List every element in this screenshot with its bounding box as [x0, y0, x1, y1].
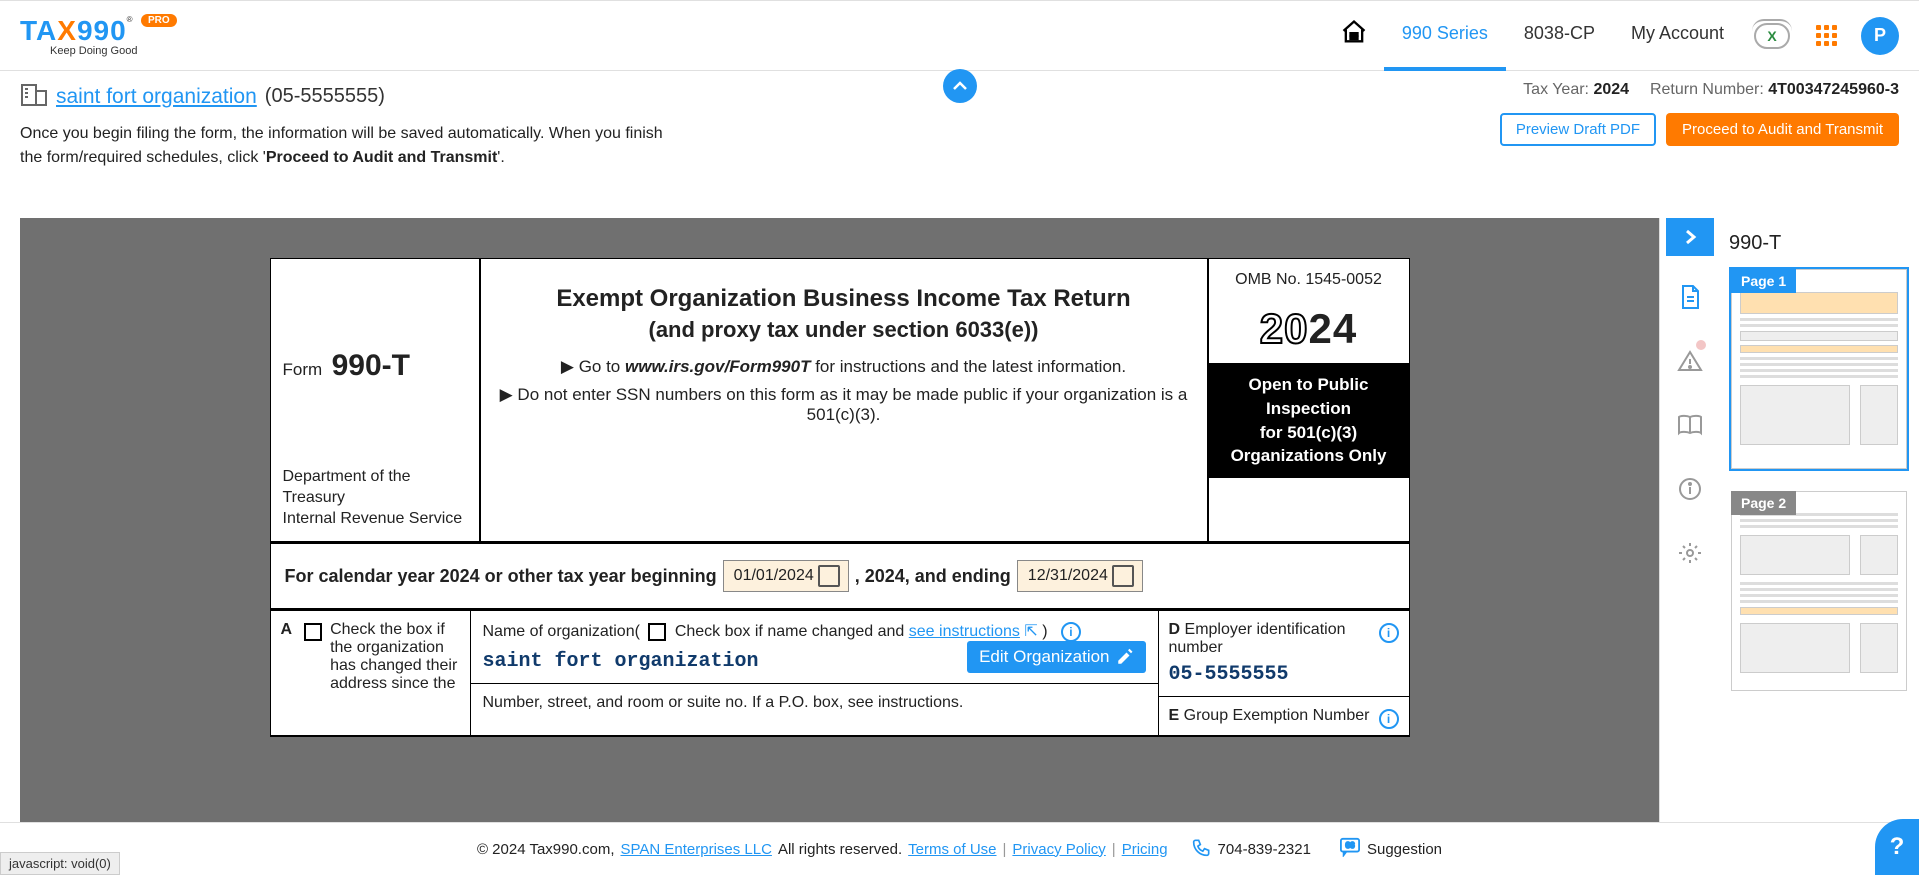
- phone-number: 704-839-2321: [1218, 841, 1311, 858]
- info-icon[interactable]: i: [1061, 622, 1081, 642]
- about-icon[interactable]: [1670, 466, 1710, 512]
- thumb-label: Page 2: [1731, 491, 1796, 515]
- info-icon[interactable]: i: [1379, 623, 1399, 643]
- form-990t-paper: Form 990-T Department of the Treasury In…: [270, 258, 1410, 737]
- footer: © 2024 Tax990.com, SPAN Enterprises LLC …: [0, 822, 1919, 875]
- instruction-line-1: ▶ Go to www.irs.gov/Form990T for instruc…: [491, 357, 1197, 377]
- name-of-org-row: Name of organization( Check box if name …: [471, 611, 1158, 684]
- calendar-year-row: For calendar year 2024 or other tax year…: [271, 544, 1409, 611]
- address-changed-checkbox[interactable]: [304, 623, 322, 641]
- thumbs-title: 990-T: [1729, 232, 1909, 255]
- logo-part-x: X: [57, 15, 77, 46]
- copyright-text: © 2024 Tax990.com,: [477, 841, 615, 858]
- begin-date-input[interactable]: 01/01/2024: [723, 560, 849, 592]
- gear-icon[interactable]: [1670, 530, 1710, 576]
- form-subtitle: (and proxy tax under section 6033(e)): [491, 317, 1197, 343]
- logo[interactable]: TAX990® PRO Keep Doing Good: [20, 15, 177, 57]
- terms-link[interactable]: Terms of Use: [908, 841, 996, 858]
- privacy-link[interactable]: Privacy Policy: [1012, 841, 1105, 858]
- section-e-row: E Group Exemption Number i: [1159, 697, 1409, 735]
- sub-header: saint fort organization (05-5555555) Onc…: [0, 71, 1919, 218]
- form-label: Form: [283, 360, 323, 379]
- suggestion-label[interactable]: Suggestion: [1367, 841, 1442, 858]
- form-title: Exempt Organization Business Income Tax …: [491, 285, 1197, 313]
- phone-icon[interactable]: [1192, 837, 1212, 861]
- building-icon: [20, 81, 48, 112]
- meta-line: Tax Year: 2024 Return Number: 4T00347245…: [1500, 81, 1899, 99]
- omb-number: OMB No. 1545-0052: [1209, 259, 1409, 301]
- rights-text: All rights reserved.: [778, 841, 902, 858]
- top-header: TAX990® PRO Keep Doing Good 990 Series 8…: [0, 0, 1919, 71]
- end-date-input[interactable]: 12/31/2024: [1017, 560, 1143, 592]
- dept-irs: Internal Revenue Service: [283, 509, 469, 530]
- organization-name-value: saint fort organization: [483, 650, 759, 673]
- pages-icon[interactable]: [1670, 274, 1710, 320]
- span-enterprises-link[interactable]: SPAN Enterprises LLC: [620, 841, 771, 858]
- suggestion-icon[interactable]: 66: [1339, 837, 1361, 861]
- preview-draft-button[interactable]: Preview Draft PDF: [1500, 113, 1656, 146]
- name-changed-checkbox[interactable]: [648, 623, 666, 641]
- pro-badge: PRO: [141, 14, 177, 27]
- logo-part-ta: TA: [20, 15, 57, 46]
- instruction-line-2: ▶ Do not enter SSN numbers on this form …: [491, 385, 1197, 425]
- organization-ein: (05-5555555): [265, 85, 385, 108]
- info-icon[interactable]: i: [1379, 709, 1399, 729]
- nav-990-series[interactable]: 990 Series: [1384, 0, 1506, 71]
- thumb-label: Page 1: [1731, 269, 1796, 293]
- dept-treasury: Department of the Treasury: [283, 467, 469, 509]
- home-icon[interactable]: [1324, 18, 1384, 53]
- external-link-icon[interactable]: ⇱: [1024, 623, 1042, 640]
- section-a-text: Check the box if the organization has ch…: [330, 621, 459, 725]
- book-icon[interactable]: [1670, 402, 1710, 448]
- logo-part-990: 990: [77, 15, 127, 46]
- registered-mark: ®: [127, 15, 133, 24]
- thumbnail-page-1[interactable]: Page 1: [1729, 267, 1909, 471]
- form-number: 990-T: [332, 349, 410, 382]
- address-row: Number, street, and room or suite no. If…: [471, 684, 1158, 722]
- warnings-icon[interactable]: [1670, 338, 1710, 384]
- edit-organization-button[interactable]: Edit Organization: [967, 641, 1145, 673]
- avatar[interactable]: P: [1861, 17, 1899, 55]
- apps-grid-icon[interactable]: [1816, 25, 1837, 46]
- section-a-d-row: A Check the box if the organization has …: [271, 611, 1409, 736]
- organization-link[interactable]: saint fort organization: [56, 85, 257, 109]
- nav-8038-cp[interactable]: 8038-CP: [1506, 0, 1613, 71]
- svg-text:66: 66: [1345, 841, 1355, 850]
- rail-expand-button[interactable]: [1666, 218, 1714, 256]
- export-icon[interactable]: X: [1754, 23, 1790, 49]
- main-content: Form 990-T Department of the Treasury In…: [0, 218, 1919, 822]
- form-viewport[interactable]: Form 990-T Department of the Treasury In…: [20, 218, 1659, 822]
- side-rail: [1659, 218, 1719, 822]
- tax-year-large: 2024: [1209, 301, 1409, 363]
- proceed-audit-button[interactable]: Proceed to Audit and Transmit: [1666, 113, 1899, 146]
- see-instructions-link[interactable]: see instructions: [909, 623, 1020, 640]
- logo-tagline: Keep Doing Good: [50, 45, 137, 57]
- nav-my-account[interactable]: My Account: [1613, 0, 1742, 71]
- collapse-toggle[interactable]: [943, 69, 977, 103]
- page-thumbnails: 990-T Page 1 Page 2: [1719, 218, 1919, 822]
- browser-status-bar: javascript: void(0): [0, 852, 120, 875]
- instructions-text: Once you begin filing the form, the info…: [20, 122, 680, 170]
- help-button[interactable]: ?: [1875, 819, 1919, 875]
- pricing-link[interactable]: Pricing: [1122, 841, 1168, 858]
- section-d-row: D Employer identification number i 05-55…: [1159, 611, 1409, 697]
- ein-value: 05-5555555: [1169, 663, 1399, 686]
- section-a-label: A: [281, 621, 293, 638]
- thumbnail-page-2[interactable]: Page 2: [1729, 489, 1909, 693]
- public-inspection-box: Open to Public Inspection for 501(c)(3) …: [1209, 363, 1409, 478]
